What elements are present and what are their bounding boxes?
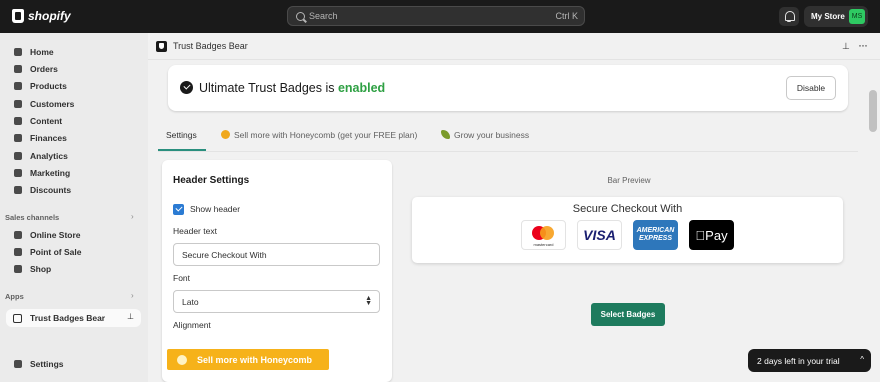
analytics-icon xyxy=(14,152,22,160)
visa-badge: VISA xyxy=(577,220,622,250)
gear-icon xyxy=(14,360,22,368)
mastercard-badge: mastercard xyxy=(521,220,566,250)
notifications-bell-icon[interactable] xyxy=(779,7,799,26)
font-select[interactable]: Lato ▲ ▼ xyxy=(173,290,380,313)
chevron-up-icon: ^ xyxy=(860,355,864,364)
sidebar-item-marketing[interactable]: Marketing xyxy=(14,168,70,178)
logo-text: shopify xyxy=(28,9,71,23)
sidebar: Home Orders Products Customers Content F… xyxy=(0,33,148,382)
smile-emoji-icon xyxy=(177,355,187,365)
chevron-right-icon[interactable]: › xyxy=(131,212,134,221)
active-tab-indicator xyxy=(158,149,206,151)
app-header: Trust Badges Bear ⊥ ··· xyxy=(148,33,880,60)
scrollbar[interactable] xyxy=(866,60,880,382)
tab-bar: Settings Sell more with Honeycomb (get y… xyxy=(158,122,858,152)
sales-channels-label[interactable]: Sales channels xyxy=(5,213,59,222)
header-text-input[interactable]: Secure Checkout With xyxy=(173,243,380,266)
sidebar-item-trust-badges-bear[interactable]: Trust Badges Bear ⊥ xyxy=(6,309,141,327)
app-content: Ultimate Trust Badges is enabled Disable… xyxy=(148,60,866,382)
main-area: Trust Badges Bear ⊥ ··· Ultimate Trust B… xyxy=(148,33,880,382)
top-bar: shopify Search Ctrl K My Store MS xyxy=(0,0,880,33)
select-badges-button[interactable]: Select Badges xyxy=(591,303,665,326)
badge-bar-preview: Secure Checkout With mastercard VISA AME… xyxy=(412,197,843,263)
smile-emoji-icon xyxy=(221,130,230,139)
active-app-label: Trust Badges Bear xyxy=(30,313,106,323)
sidebar-item-home[interactable]: Home xyxy=(14,47,54,57)
sidebar-item-settings[interactable]: Settings xyxy=(14,359,64,369)
honeycomb-button[interactable]: Sell more with Honeycomb xyxy=(167,349,329,370)
status-text: Ultimate Trust Badges is enabled xyxy=(199,81,386,95)
pos-icon xyxy=(14,248,22,256)
search-icon xyxy=(296,12,305,21)
sidebar-item-orders[interactable]: Orders xyxy=(14,64,58,74)
search-bar[interactable]: Search Ctrl K xyxy=(287,6,585,26)
app-icon xyxy=(13,314,22,323)
status-value: enabled xyxy=(337,81,386,95)
online-store-icon xyxy=(14,231,22,239)
shopify-logo[interactable]: shopify xyxy=(12,9,71,23)
sidebar-item-online-store[interactable]: Online Store xyxy=(14,230,81,240)
apps-label[interactable]: Apps xyxy=(5,292,24,301)
font-label: Font xyxy=(173,273,191,283)
pin-icon[interactable]: ⊥ xyxy=(127,312,134,321)
show-header-label[interactable]: Show header xyxy=(190,204,240,214)
tab-settings[interactable]: Settings xyxy=(166,130,197,140)
amex-text: AMERICAN EXPRESS xyxy=(636,227,675,242)
visa-text: VISA xyxy=(583,227,616,243)
trust-badges-app-icon xyxy=(156,41,167,52)
sidebar-item-point-of-sale[interactable]: Point of Sale xyxy=(14,247,81,257)
more-actions-icon[interactable]: ··· xyxy=(858,38,868,52)
sidebar-item-customers[interactable]: Customers xyxy=(14,99,74,109)
header-text-label: Header text xyxy=(173,226,217,236)
chevron-right-icon[interactable]: › xyxy=(131,291,134,300)
apple-pay-badge: Pay xyxy=(689,220,734,250)
mastercard-orange-circle xyxy=(540,226,554,240)
panel-title: Header Settings xyxy=(173,175,250,186)
bar-preview-label: Bar Preview xyxy=(607,176,651,185)
sidebar-item-products[interactable]: Products xyxy=(14,81,67,91)
scrollbar-thumb[interactable] xyxy=(869,90,877,132)
sidebar-item-discounts[interactable]: Discounts xyxy=(14,185,71,195)
content-icon xyxy=(14,117,22,125)
amex-badge: AMERICAN EXPRESS xyxy=(633,220,678,250)
sidebar-item-analytics[interactable]: Analytics xyxy=(14,151,68,161)
alignment-label: Alignment xyxy=(173,320,211,330)
sidebar-item-finances[interactable]: Finances xyxy=(14,133,67,143)
sidebar-item-content[interactable]: Content xyxy=(14,116,62,126)
mastercard-text: mastercard xyxy=(533,242,554,247)
home-icon xyxy=(14,48,22,56)
shopify-bag-icon xyxy=(12,9,24,23)
sidebar-item-shop[interactable]: Shop xyxy=(14,264,51,274)
sprout-emoji-icon xyxy=(441,130,450,139)
tab-honeycomb[interactable]: Sell more with Honeycomb (get your FREE … xyxy=(221,130,417,140)
customers-icon xyxy=(14,100,22,108)
bar-title: Secure Checkout With xyxy=(572,203,683,215)
marketing-icon xyxy=(14,169,22,177)
tab-grow-business[interactable]: Grow your business xyxy=(441,130,529,140)
disable-button[interactable]: Disable xyxy=(786,76,836,100)
store-name: My Store xyxy=(811,12,845,21)
search-placeholder: Search xyxy=(309,11,338,21)
app-title: Trust Badges Bear xyxy=(173,41,248,51)
discounts-icon xyxy=(14,186,22,194)
store-menu-button[interactable]: My Store MS xyxy=(804,6,868,27)
products-icon xyxy=(14,82,22,90)
pin-icon[interactable]: ⊥ xyxy=(842,41,850,52)
check-circle-icon xyxy=(180,81,193,94)
store-avatar: MS xyxy=(849,9,865,24)
select-arrows-icon: ▲ ▼ xyxy=(365,295,372,307)
orders-icon xyxy=(14,65,22,73)
search-shortcut: Ctrl K xyxy=(555,11,579,21)
status-banner: Ultimate Trust Badges is enabled Disable xyxy=(168,65,848,111)
apple-pay-text: Pay xyxy=(695,228,727,243)
show-header-checkbox[interactable] xyxy=(173,204,184,215)
shop-icon xyxy=(14,265,22,273)
trial-banner[interactable]: 2 days left in your trial ^ xyxy=(748,349,871,372)
finances-icon xyxy=(14,134,22,142)
